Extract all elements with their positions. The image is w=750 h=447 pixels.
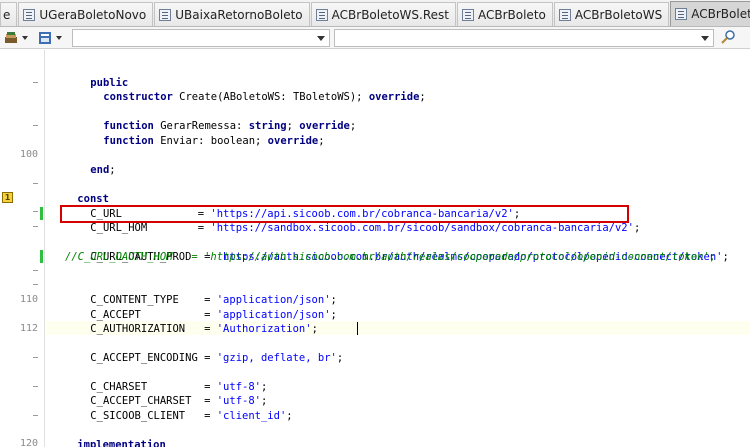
tab-label: ACBrBoleto: [477, 7, 546, 22]
const-name: C_SICOOB_CLIENT =: [90, 410, 217, 422]
code-line: implementation: [52, 424, 166, 447]
tab-label: ACBrBoletoW_Bancoob: [691, 7, 750, 21]
keyword: function: [103, 135, 154, 147]
code-text: Enviar: boolean;: [153, 135, 268, 147]
code-text: ;: [336, 352, 344, 364]
gutter-dash: [33, 183, 38, 184]
line-number: 120: [19, 438, 38, 447]
gutter-dash: [33, 82, 38, 83]
line-number: 112: [19, 323, 38, 334]
string-literal: 'gzip, deflate, br': [216, 352, 337, 364]
gutter-dash: [33, 415, 38, 416]
tab-acbrboleto[interactable]: ACBrBoleto: [456, 2, 553, 26]
gutter-dash: [33, 270, 38, 271]
code-text: ;: [419, 91, 426, 103]
annotation-highlight-box: [60, 205, 629, 223]
const-name: C_URL_HOM =: [90, 222, 211, 234]
tab-acbrboletows-rest[interactable]: ACBrBoletoWS.Rest: [310, 2, 456, 26]
tab-label: ACBrBoletoWS: [574, 7, 663, 22]
unit-file-icon: [23, 8, 36, 21]
code-text: ;: [286, 410, 293, 422]
code-editor[interactable]: public constructor Create(ABoletoWS: TBo…: [52, 50, 750, 447]
code-explorer-icon[interactable]: [4, 30, 18, 44]
scope-dropdown[interactable]: [72, 29, 330, 47]
code-text: ;: [109, 164, 116, 176]
modified-line-marker: [40, 207, 43, 220]
keyword: override: [267, 135, 319, 147]
print-icon[interactable]: [38, 30, 52, 44]
code-text: ;: [349, 120, 357, 132]
editor-toolbar: [0, 27, 750, 49]
tab-label: UBaixaRetornoBoleto: [175, 7, 303, 22]
bookmark-icon[interactable]: 1: [2, 192, 13, 203]
chevron-down-icon: [701, 36, 709, 41]
code-text: Create(ABoletoWS: TBoletoWS);: [172, 91, 369, 103]
code-text: ;: [722, 251, 729, 263]
gutter-dash: [33, 211, 38, 212]
editor-tab-bar: e UGeraBoletoNovo UBaixaRetornoBoleto AC…: [0, 0, 750, 27]
code-text: ;: [330, 309, 337, 321]
tab-label: e: [3, 7, 11, 22]
chevron-down-icon[interactable]: [22, 36, 28, 40]
code-comment: //C_URL_OAUTH_HOM = 'https://auth.sicoob…: [65, 251, 717, 263]
keyword: implementation: [77, 439, 166, 447]
keyword: constructor: [103, 91, 173, 103]
tab-acbrboletows[interactable]: ACBrBoletoWS: [553, 2, 670, 26]
code-text: ;: [633, 222, 641, 234]
unit-file-icon: [675, 8, 688, 20]
chevron-down-icon[interactable]: [56, 36, 62, 40]
tab-partial[interactable]: e: [0, 2, 18, 26]
gutter-dash: [33, 226, 38, 227]
modified-line-marker: [40, 250, 43, 263]
string-literal: 'https://sandbox.sicoob.com.br/sicoob/sa…: [210, 222, 634, 234]
gutter-dash: [33, 386, 38, 387]
const-name: C_AUTHORIZATION =: [90, 323, 217, 335]
unit-file-icon: [315, 8, 328, 21]
keyword: override: [368, 91, 420, 103]
gutter-dash: [33, 357, 38, 358]
method-dropdown[interactable]: [334, 29, 714, 47]
tab-acbrboletow-bancoob[interactable]: ACBrBoletoW_Bancoob: [670, 1, 750, 26]
string-literal: 'client_id': [216, 410, 287, 422]
search-icon[interactable]: [720, 29, 736, 45]
chevron-down-icon: [317, 36, 325, 41]
tab-label: UGeraBoletoNovo: [39, 7, 147, 22]
unit-file-icon: [558, 8, 571, 21]
tab-ubaixaretornoboleto[interactable]: UBaixaRetornoBoleto: [154, 2, 310, 26]
gutter-dash: [33, 125, 38, 126]
line-number: 100: [19, 149, 38, 160]
code-text: ;: [311, 323, 318, 335]
editor-gutter: 100 1 110 112 120: [0, 50, 45, 447]
tab-label: ACBrBoletoWS.Rest: [331, 7, 449, 22]
string-literal: 'Authorization': [216, 323, 312, 335]
line-number: 110: [19, 294, 38, 305]
unit-file-icon: [461, 8, 474, 21]
gutter-dash: [33, 284, 38, 285]
tab-ugeraboletonovo[interactable]: UGeraBoletoNovo: [18, 2, 154, 26]
text-caret: [357, 322, 358, 335]
const-name: C_ACCEPT_ENCODING =: [90, 352, 217, 364]
keyword: end: [90, 164, 110, 176]
code-text: ;: [318, 135, 325, 147]
unit-file-icon: [159, 8, 172, 21]
